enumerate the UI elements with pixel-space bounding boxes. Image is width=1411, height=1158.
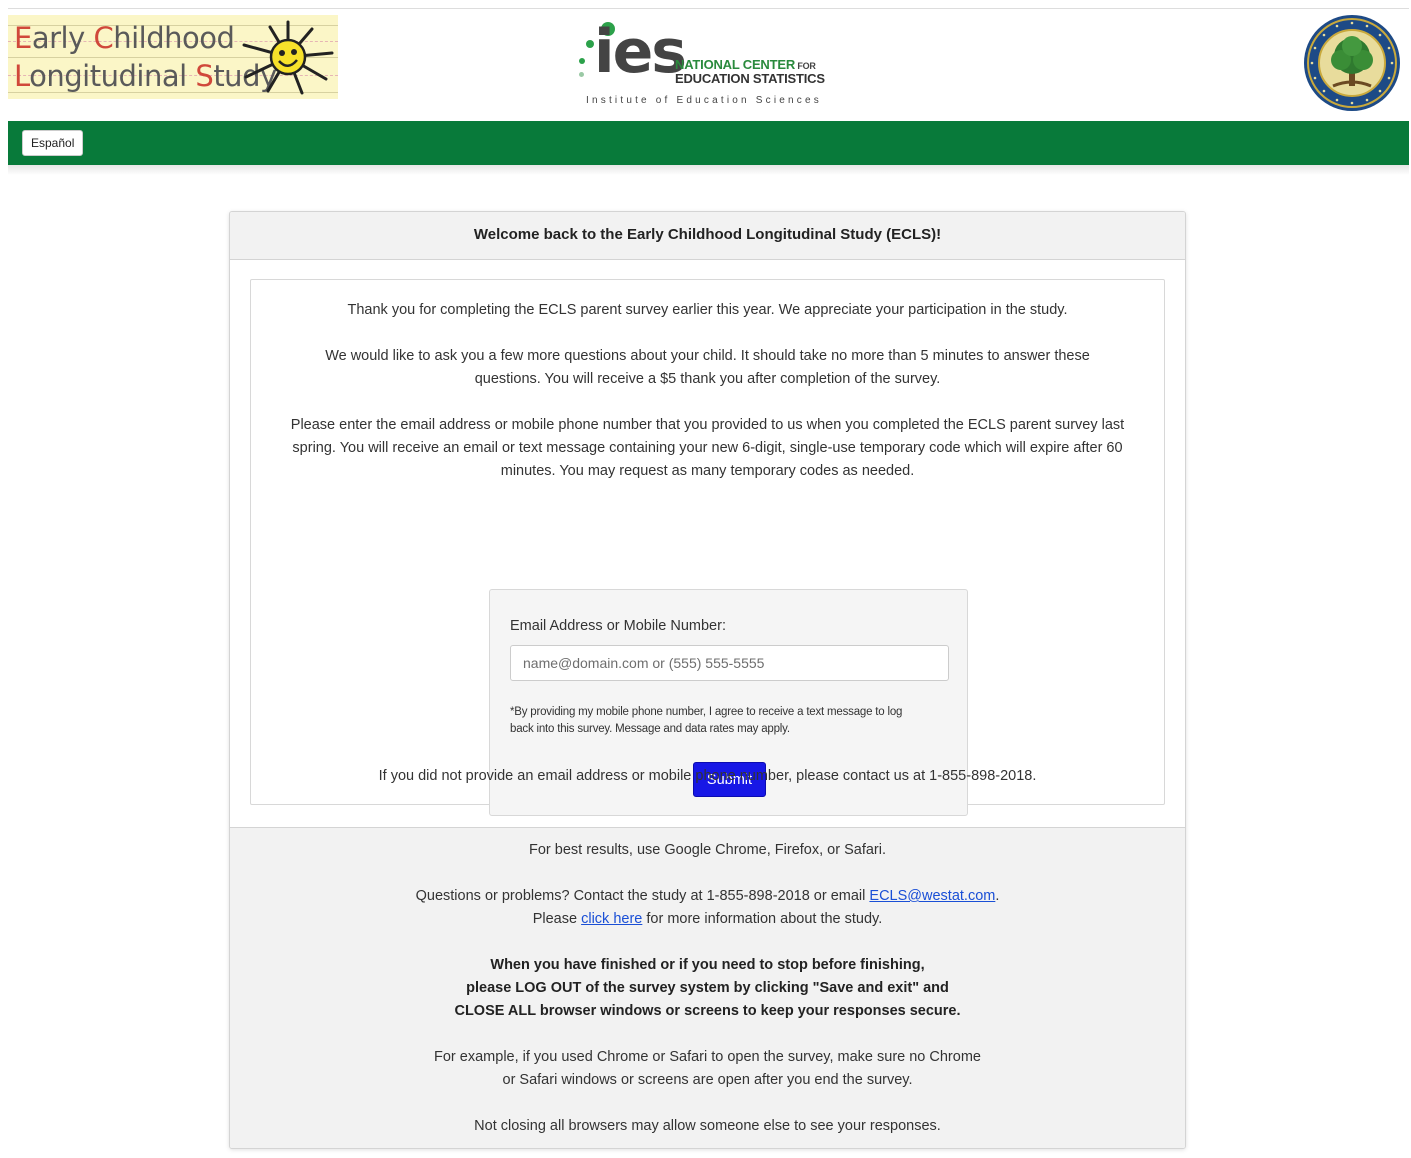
ies-wordmark: ies <box>594 17 687 87</box>
sms-disclaimer: *By providing my mobile phone number, I … <box>510 706 903 735</box>
nces-line1: NATIONAL CENTER FOR <box>675 57 816 72</box>
more-info-line: Please click here for more information a… <box>532 911 883 927</box>
card-title: Welcome back to the Early Childhood Long… <box>230 212 1185 260</box>
email-phone-input[interactable] <box>510 645 949 681</box>
privacy-warning: Not closing all browsers may allow someo… <box>474 1118 941 1134</box>
email-phone-label: Email Address or Mobile Number: <box>510 618 726 634</box>
language-toggle-button[interactable]: Español <box>22 130 84 156</box>
nav-shadow <box>8 165 1409 175</box>
logout-warning-line3: CLOSE ALL browser windows or screens to … <box>454 1003 961 1019</box>
survey-info-paragraph: We would like to ask you a few more ques… <box>325 348 1090 387</box>
card-footer: For best results, use Google Chrome, Fir… <box>230 827 1185 1148</box>
welcome-card: Welcome back to the Early Childhood Long… <box>229 211 1186 1149</box>
nav-bar: Español <box>8 121 1409 165</box>
ies-tagline: Institute of Education Sciences <box>586 95 822 106</box>
intro-paragraph: Thank you for completing the ECLS parent… <box>347 302 1068 318</box>
ies-nces-logo: ies NATIONAL CENTER FOR EDUCATION STATIS… <box>568 14 848 110</box>
ecls-logo-line1: Early Childhood <box>14 21 235 55</box>
logout-warning-line1: When you have finished or if you need to… <box>490 957 925 973</box>
ies-dot-icon <box>579 58 585 64</box>
email-link[interactable]: ECLS@westat.com <box>869 888 995 904</box>
example-line2: or Safari windows or screens are open af… <box>502 1072 913 1088</box>
logout-warning-line2: please LOG OUT of the survey system by c… <box>466 980 949 996</box>
instructions-paragraph: Please enter the email address or mobile… <box>290 417 1125 479</box>
ecls-logo: Early Childhood Longitudinal Study <box>8 15 338 99</box>
ies-dot-icon <box>579 72 584 77</box>
ecls-logo-line2: Longitudinal Study <box>14 59 277 93</box>
nces-line2: EDUCATION STATISTICS <box>675 71 825 86</box>
example-line1: For example, if you used Chrome or Safar… <box>434 1049 981 1065</box>
ies-dot-icon <box>586 40 594 48</box>
click-here-link[interactable]: click here <box>581 911 642 927</box>
questions-line: Questions or problems? Contact the study… <box>415 888 1000 904</box>
contact-note: If you did not provide an email address … <box>378 768 1037 784</box>
sun-icon <box>242 20 334 95</box>
browser-recommendation: For best results, use Google Chrome, Fir… <box>529 842 886 858</box>
department-of-education-seal-icon <box>1304 15 1400 111</box>
login-panel: Thank you for completing the ECLS parent… <box>250 279 1165 816</box>
